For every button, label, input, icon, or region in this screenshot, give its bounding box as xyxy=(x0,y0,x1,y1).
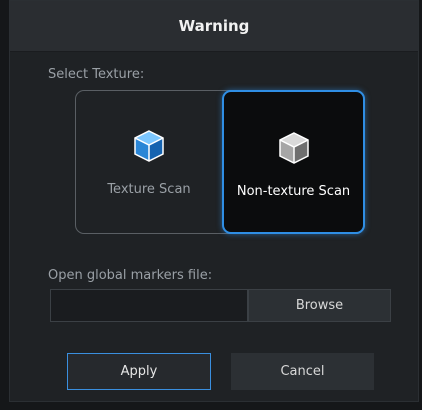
cube-gray-icon xyxy=(278,132,309,164)
texture-scan-option[interactable]: Texture Scan xyxy=(75,90,223,234)
dialog-title: Warning xyxy=(178,17,250,35)
warning-dialog: Warning Select Texture: Texture Scan Non… xyxy=(9,0,419,402)
cancel-button[interactable]: Cancel xyxy=(231,353,374,390)
cancel-button-label: Cancel xyxy=(280,364,325,379)
non-texture-scan-label: Non-texture Scan xyxy=(236,184,351,199)
global-markers-label: Open global markers file: xyxy=(48,268,213,283)
non-texture-scan-option[interactable]: Non-texture Scan xyxy=(222,90,365,234)
browse-button-label: Browse xyxy=(295,298,344,313)
dialog-title-bar: Warning xyxy=(10,1,418,52)
apply-button[interactable]: Apply xyxy=(67,353,211,390)
cube-blue-icon xyxy=(134,130,164,162)
browse-button[interactable]: Browse xyxy=(248,289,391,322)
texture-scan-label: Texture Scan xyxy=(107,182,191,197)
select-texture-label: Select Texture: xyxy=(48,67,145,82)
apply-button-label: Apply xyxy=(120,364,158,379)
markers-file-input[interactable] xyxy=(50,289,248,322)
